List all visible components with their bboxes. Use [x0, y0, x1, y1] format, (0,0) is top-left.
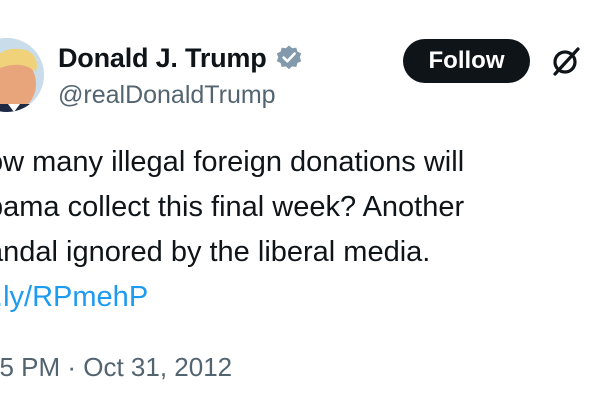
tweet-text: ow many illegal foreign donations will b… — [0, 140, 600, 320]
avatar[interactable] — [0, 38, 44, 112]
user-handle[interactable]: @realDonaldTrump — [58, 81, 303, 110]
follow-button[interactable]: Follow — [403, 39, 530, 83]
display-name[interactable]: Donald J. Trump — [58, 43, 267, 74]
tweet-link[interactable]: t.ly/RPmehP — [0, 275, 600, 320]
profile-photo-icon — [0, 38, 44, 112]
tweet-timestamp[interactable]: 05 PM · Oct 31, 2012 — [0, 352, 232, 383]
tweet-card: Donald J. Trump @realDonaldTrump Follow … — [0, 0, 600, 400]
name-row: Donald J. Trump — [58, 41, 303, 75]
tweet-text-line: ow many illegal foreign donations will — [0, 146, 465, 178]
tweet-text-line: andal ignored by the liberal media. — [0, 236, 431, 268]
user-info: Donald J. Trump @realDonaldTrump — [58, 41, 303, 110]
tweet-text-line: bama collect this final week? Another — [0, 191, 465, 223]
grok-icon[interactable] — [549, 44, 583, 78]
verified-badge-icon — [275, 44, 303, 72]
